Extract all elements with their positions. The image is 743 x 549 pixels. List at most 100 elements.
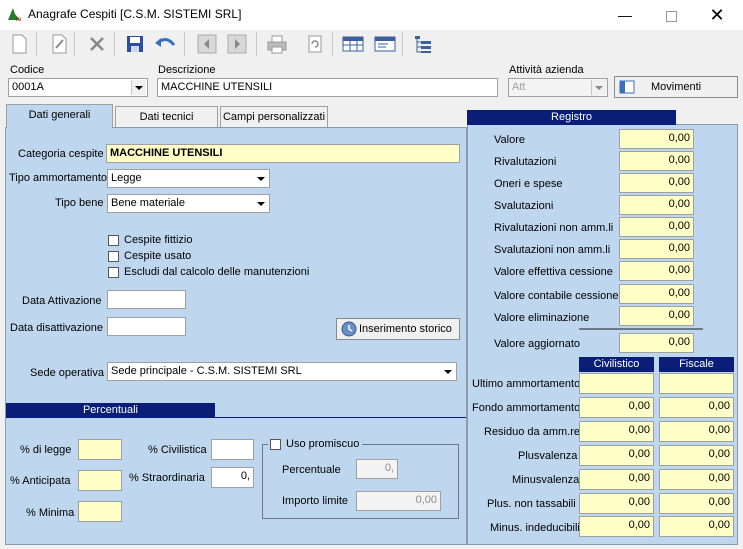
civilistica-field[interactable] [211, 439, 254, 460]
save-icon[interactable] [122, 31, 148, 57]
civilistico-value[interactable]: 0,00 [579, 516, 654, 537]
sede-value: Sede principale - C.S.M. SISTEMI SRL [111, 365, 302, 377]
anticipata-field[interactable] [78, 470, 122, 491]
new-icon[interactable] [6, 31, 32, 57]
grid-icon[interactable] [340, 31, 366, 57]
registro-row-value[interactable]: 0,00 [619, 261, 694, 281]
registro-row-label: Svalutazioni [494, 200, 554, 212]
tree-icon[interactable] [410, 31, 436, 57]
fiscale-value[interactable]: 0,00 [659, 516, 734, 537]
minima-field[interactable] [78, 501, 122, 522]
chevron-down-icon[interactable] [254, 196, 268, 211]
descrizione-field[interactable]: MACCHINE UTENSILI [157, 78, 498, 97]
app-icon: ro [6, 6, 22, 23]
fiscale-value[interactable]: 0,00 [659, 493, 734, 514]
chevron-down-icon[interactable] [254, 171, 268, 186]
tipo-bene-select[interactable]: Bene materiale [107, 194, 270, 213]
movimenti-icon [619, 80, 635, 94]
registro-row-label: Rivalutazioni non amm.li [494, 222, 614, 234]
delete-icon[interactable] [84, 31, 110, 57]
data-attivazione-field[interactable] [107, 290, 186, 309]
tab-campi-personalizzati[interactable]: Campi personalizzati [220, 106, 328, 127]
straordinaria-value: 0, [240, 470, 250, 482]
data-disattivazione-field[interactable] [107, 317, 186, 336]
chevron-down-icon[interactable] [591, 80, 606, 95]
attivita-value: Att [512, 81, 526, 93]
codice-field[interactable]: 0001A [8, 78, 148, 97]
civilistico-value[interactable]: 0,00 [579, 397, 654, 418]
categoria-value: MACCHINE UTENSILI [110, 147, 223, 159]
tab-dati-tecnici[interactable]: Dati tecnici [115, 106, 218, 127]
civilistico-value[interactable]: 0,00 [579, 469, 654, 490]
registro-row-label: Oneri e spese [494, 178, 563, 190]
cespite-fittizio-checkbox[interactable] [108, 235, 119, 246]
percentuale-field[interactable]: 0, [356, 459, 398, 479]
registro-row-label: Valore contabile cessione [494, 290, 619, 302]
edit-icon[interactable] [46, 31, 72, 57]
registro-row-value[interactable]: 0,00 [619, 173, 694, 193]
categoria-field[interactable]: MACCHINE UTENSILI [106, 144, 460, 163]
di-legge-field[interactable] [78, 439, 122, 460]
tipo-ammortamento-select[interactable]: Legge [107, 169, 270, 188]
straordinaria-label: % Straordinaria [129, 472, 205, 484]
fiscale-value[interactable]: 0,00 [659, 421, 734, 442]
escludi-manutenzioni-label: Escludi dal calcolo delle manutenzioni [124, 266, 310, 278]
registro-row-value[interactable]: 0,00 [619, 195, 694, 215]
registro-row-value[interactable]: 0,00 [619, 284, 694, 304]
civilistico-value[interactable] [579, 373, 654, 394]
registro2-row-label: Plusvalenza [518, 450, 578, 462]
civilistica-label: % Civilistica [148, 444, 207, 456]
registro-row-value[interactable]: 0,00 [619, 129, 694, 149]
fiscale-value[interactable]: 0,00 [659, 445, 734, 466]
percentuali-divider [215, 417, 466, 418]
toolbar-separator [74, 32, 75, 56]
chevron-down-icon[interactable] [131, 80, 146, 95]
prev-icon[interactable] [194, 31, 220, 57]
aggiornato-value[interactable]: 0,00 [619, 333, 694, 353]
registro2-row-label: Fondo ammortamento [472, 402, 581, 414]
data-disattivazione-label: Data disattivazione [10, 322, 103, 334]
civilistico-value[interactable]: 0,00 [579, 421, 654, 442]
fiscale-value[interactable]: 0,00 [659, 469, 734, 490]
tipo-bene-value: Bene materiale [111, 197, 185, 209]
fiscale-value[interactable] [659, 373, 734, 394]
chevron-down-icon[interactable] [441, 364, 455, 379]
registro-row-value[interactable]: 0,00 [619, 239, 694, 259]
straordinaria-field[interactable]: 0, [211, 467, 254, 488]
descrizione-label: Descrizione [158, 64, 216, 76]
fiscale-value[interactable]: 0,00 [659, 397, 734, 418]
categoria-label: Categoria cespite [18, 148, 104, 160]
escludi-manutenzioni-checkbox[interactable] [108, 267, 119, 278]
percentuali-header: Percentuali [6, 403, 215, 418]
cespite-usato-checkbox[interactable] [108, 251, 119, 262]
inserimento-storico-button[interactable]: Inserimento storico [336, 318, 460, 340]
attivita-field[interactable]: Att [508, 78, 608, 97]
uso-promiscuo-checkbox[interactable] [270, 439, 281, 450]
registro-row-value[interactable]: 0,00 [619, 151, 694, 171]
tab-label: Campi personalizzati [222, 111, 326, 123]
registro-row-value[interactable]: 0,00 [619, 217, 694, 237]
movimenti-button[interactable]: Movimenti [614, 76, 738, 98]
codice-value: 0001A [12, 81, 44, 93]
tab-dati-generali[interactable]: Dati generali [6, 104, 113, 128]
civilistico-value[interactable]: 0,00 [579, 493, 654, 514]
total-divider [579, 328, 703, 330]
print-icon[interactable] [264, 31, 290, 57]
civilistico-value[interactable]: 0,00 [579, 445, 654, 466]
importo-limite-field[interactable]: 0,00 [356, 491, 441, 511]
maximize-icon[interactable] [648, 0, 694, 30]
registro-row-label: Svalutazioni non amm.li [494, 244, 611, 256]
refresh-icon[interactable] [302, 31, 328, 57]
minimize-icon[interactable]: — [602, 0, 648, 30]
registro-row-value[interactable]: 0,00 [619, 306, 694, 326]
close-icon[interactable]: ✕ [694, 0, 740, 30]
history-icon [341, 321, 357, 337]
sede-select[interactable]: Sede principale - C.S.M. SISTEMI SRL [107, 362, 457, 381]
next-icon[interactable] [224, 31, 250, 57]
tab-label: Dati generali [28, 109, 91, 121]
form-icon[interactable] [372, 31, 398, 57]
undo-icon[interactable] [152, 31, 178, 57]
tipo-ammortamento-label: Tipo ammortamento [9, 172, 108, 184]
registro-row-label: Rivalutazioni [494, 156, 557, 168]
tipo-ammortamento-value: Legge [111, 172, 142, 184]
